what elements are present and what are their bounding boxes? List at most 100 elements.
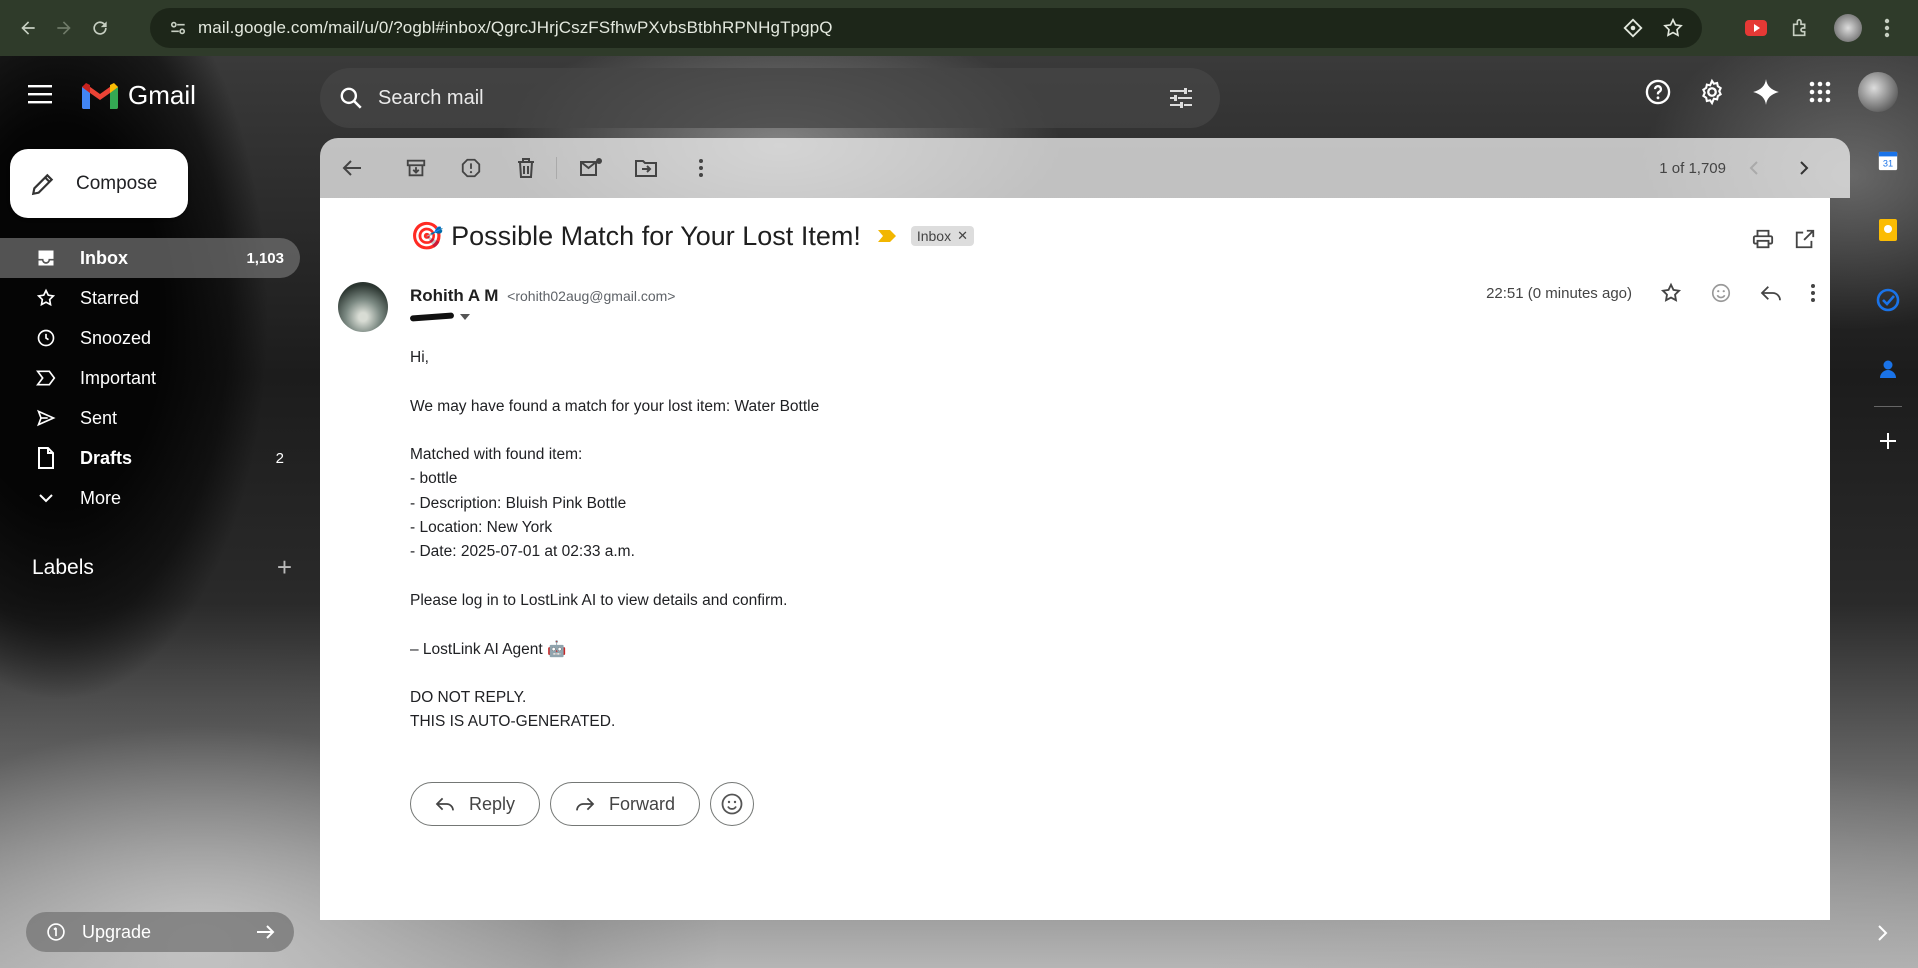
search-options-icon[interactable]	[1168, 87, 1194, 109]
extension-diamond-icon[interactable]	[1622, 17, 1644, 39]
youtube-extension-icon[interactable]	[1744, 18, 1768, 38]
reload-icon[interactable]	[82, 10, 118, 46]
gemini-sparkle-icon[interactable]	[1750, 76, 1782, 108]
star-message-icon[interactable]	[1660, 282, 1682, 304]
compose-label: Compose	[76, 172, 158, 194]
labels-section-header: Labels +	[32, 552, 292, 583]
apps-grid-icon[interactable]	[1804, 76, 1836, 108]
move-to-folder-icon[interactable]	[626, 148, 666, 188]
show-side-panel-chevron-icon[interactable]	[1876, 924, 1888, 942]
message-body: Hi, We may have found a match for your l…	[410, 346, 819, 735]
back-to-inbox-icon[interactable]	[332, 148, 372, 188]
forward-icon[interactable]	[46, 10, 82, 46]
pager: 1 of 1,709	[1659, 138, 1830, 198]
chevron-down-icon	[34, 492, 58, 504]
url-text[interactable]: mail.google.com/mail/u/0/?ogbl#inbox/Qgr…	[198, 18, 833, 38]
main-menu-icon[interactable]	[28, 84, 54, 104]
search-bar[interactable]	[320, 68, 1220, 128]
reply-icon[interactable]	[1760, 284, 1782, 302]
upgrade-label: Upgrade	[82, 921, 152, 942]
profile-avatar-icon[interactable]	[1834, 14, 1862, 42]
sidebar-item-label: Starred	[80, 287, 140, 308]
reply-button[interactable]: Reply	[410, 782, 541, 826]
forward-button[interactable]: Forward	[550, 782, 701, 826]
message-more-icon[interactable]	[1810, 283, 1816, 303]
search-icon[interactable]	[338, 85, 364, 111]
reply-arrow-icon	[435, 796, 455, 812]
rail-divider	[1874, 406, 1902, 407]
recipient-details-caret-icon[interactable]	[460, 314, 470, 320]
draft-count: 2	[275, 449, 284, 467]
sender-line: Rohith A M <rohith02aug@gmail.com>	[410, 286, 675, 306]
sidebar-nav: Inbox 1,103 Starred Snoozed Important Se…	[0, 238, 300, 518]
body-line: – LostLink AI Agent 🤖	[410, 640, 567, 658]
body-line	[410, 565, 819, 589]
chrome-menu-icon[interactable]	[1884, 17, 1890, 39]
body-line: Please log in to LostLink AI to view det…	[410, 591, 788, 609]
keep-icon[interactable]	[1878, 218, 1898, 242]
add-reaction-icon[interactable]	[1710, 282, 1732, 304]
newer-chevron-left-icon[interactable]	[1748, 160, 1760, 176]
sidebar-item-label: More	[80, 487, 122, 508]
archive-icon[interactable]	[396, 148, 436, 188]
compose-button[interactable]: Compose	[10, 149, 188, 218]
account-avatar[interactable]	[1858, 72, 1898, 112]
sender-name[interactable]: Rohith A M	[410, 286, 498, 305]
svg-text:31: 31	[1883, 159, 1893, 169]
sidebar-item-label: Important	[80, 367, 157, 388]
reply-label: Reply	[469, 793, 516, 814]
sidebar-item-starred[interactable]: Starred	[0, 278, 300, 318]
gmail-header: Gmail	[0, 56, 1918, 140]
upgrade-button[interactable]: Upgrade	[26, 912, 294, 952]
body-line: Matched with found item:	[410, 446, 583, 464]
important-icon	[34, 369, 58, 387]
bookmark-star-icon[interactable]	[1662, 17, 1684, 39]
calendar-icon[interactable]: 31	[1877, 150, 1899, 172]
message-timestamp: 22:51 (0 minutes ago)	[1486, 284, 1632, 302]
gmail-logo[interactable]: Gmail	[80, 80, 196, 111]
body-line	[410, 419, 819, 443]
add-label-icon[interactable]: +	[277, 552, 292, 583]
sidebar-item-sent[interactable]: Sent	[0, 398, 300, 438]
draft-icon	[34, 447, 58, 469]
delete-trash-icon[interactable]	[506, 148, 546, 188]
labels-heading: Labels	[32, 555, 94, 579]
mark-unread-icon[interactable]	[571, 148, 611, 188]
upgrade-info-icon	[46, 922, 66, 942]
pencil-icon	[30, 171, 56, 197]
settings-gear-icon[interactable]	[1696, 76, 1728, 108]
pager-text: 1 of 1,709	[1659, 159, 1726, 177]
remove-label-icon[interactable]: ✕	[957, 228, 968, 244]
address-bar[interactable]: mail.google.com/mail/u/0/?ogbl#inbox/Qgr…	[150, 8, 1702, 48]
message-toolbar: 1 of 1,709	[320, 138, 1850, 198]
sender-email: <rohith02aug@gmail.com>	[507, 288, 676, 304]
sidebar-item-more[interactable]: More	[0, 478, 300, 518]
recipient-line[interactable]	[409, 312, 470, 322]
help-icon[interactable]	[1642, 76, 1674, 108]
gmail-m-icon	[82, 82, 118, 109]
label-chip-inbox[interactable]: Inbox ✕	[910, 226, 974, 246]
sender-avatar[interactable]	[338, 282, 388, 332]
more-options-icon[interactable]	[681, 148, 721, 188]
older-chevron-right-icon[interactable]	[1798, 160, 1810, 176]
extensions-puzzle-icon[interactable]	[1790, 17, 1812, 39]
important-marker-icon[interactable]	[877, 229, 897, 243]
sidebar-item-label: Sent	[80, 407, 118, 428]
print-icon[interactable]	[1752, 228, 1774, 250]
contacts-icon[interactable]	[1878, 358, 1898, 380]
sidebar-item-inbox[interactable]: Inbox 1,103	[0, 238, 300, 278]
sidebar-item-snoozed[interactable]: Snoozed	[0, 318, 300, 358]
emoji-react-button[interactable]	[710, 782, 755, 826]
label-chip-text: Inbox	[916, 228, 952, 244]
browser-toolbar: mail.google.com/mail/u/0/?ogbl#inbox/Qgr…	[0, 0, 1918, 56]
get-addons-plus-icon[interactable]	[1878, 431, 1898, 451]
report-spam-icon[interactable]	[451, 148, 491, 188]
message-view: 🎯 Possible Match for Your Lost Item! Inb…	[320, 198, 1830, 920]
search-input[interactable]	[378, 86, 1138, 110]
tasks-icon[interactable]	[1876, 288, 1900, 312]
back-icon[interactable]	[10, 10, 46, 46]
sidebar-item-important[interactable]: Important	[0, 358, 300, 398]
site-info-icon[interactable]	[158, 18, 198, 38]
open-new-window-icon[interactable]	[1794, 228, 1816, 250]
sidebar-item-drafts[interactable]: Drafts 2	[0, 438, 300, 478]
